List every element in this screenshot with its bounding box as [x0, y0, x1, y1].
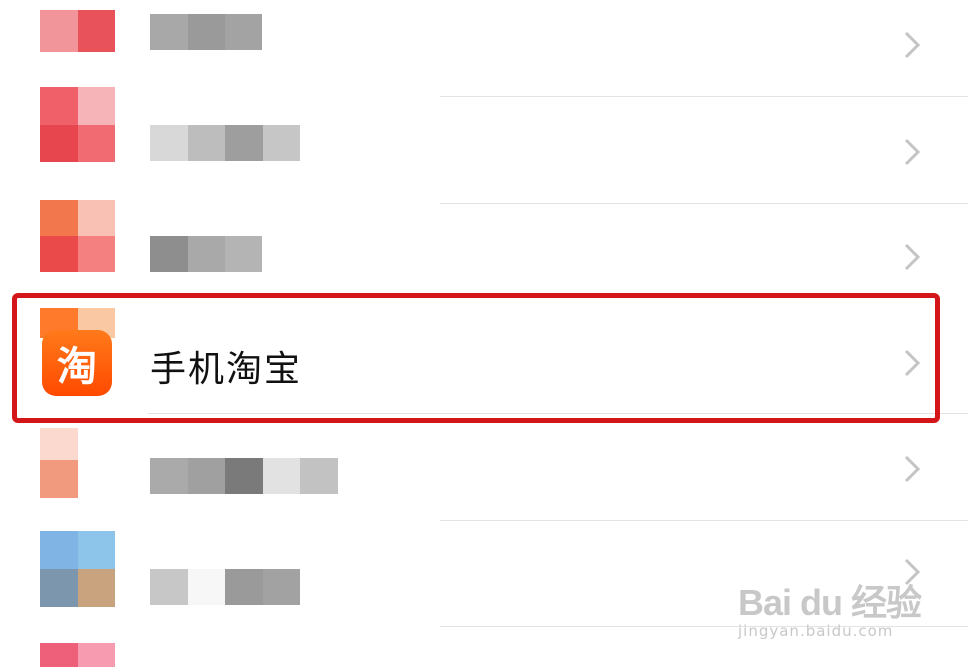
chevron-right-icon — [902, 242, 922, 272]
blurred-app-name — [150, 14, 262, 50]
blurred-app-icon — [40, 87, 115, 162]
blurred-app-icon — [40, 200, 115, 272]
app-list: 淘 手机淘宝 Bai du 经验 jingyan.baidu.com — [0, 0, 968, 667]
blurred-app-icon — [40, 643, 115, 667]
baidu-jingyan-watermark: Bai du 经验 jingyan.baidu.com — [738, 568, 938, 648]
blurred-app-name — [150, 125, 300, 161]
list-item[interactable] — [0, 87, 968, 203]
blurred-app-icon — [40, 531, 115, 607]
list-item[interactable] — [0, 424, 968, 520]
blurred-app-name — [150, 458, 338, 494]
watermark-brand: Bai du 经验 — [738, 582, 922, 623]
chevron-right-icon — [902, 30, 922, 60]
watermark-url: jingyan.baidu.com — [738, 622, 894, 640]
list-item[interactable] — [0, 0, 968, 96]
chevron-right-icon — [902, 137, 922, 167]
blurred-app-name — [150, 569, 300, 605]
chevron-right-icon — [902, 454, 922, 484]
highlight-box — [12, 293, 940, 423]
blurred-app-name — [150, 236, 262, 272]
blurred-app-icon — [40, 10, 115, 52]
blurred-app-icon — [40, 428, 78, 498]
